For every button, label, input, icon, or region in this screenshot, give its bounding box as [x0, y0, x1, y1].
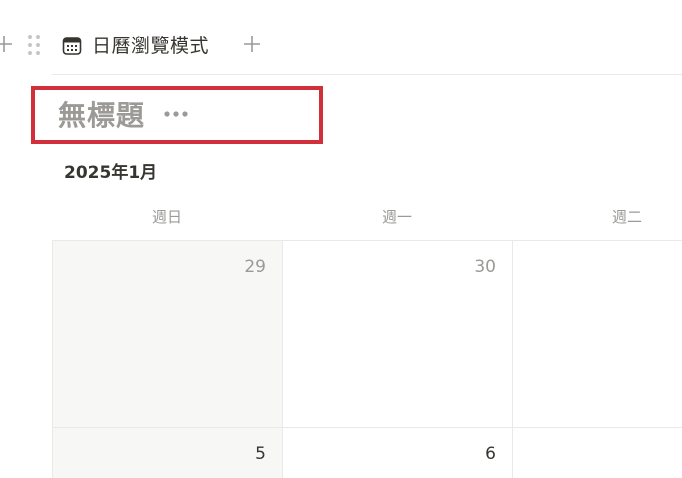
day-cell[interactable] [513, 428, 682, 478]
tab-calendar-view-label: 日曆瀏覽模式 [92, 35, 210, 57]
grid-line [512, 240, 513, 478]
page-title[interactable]: 無標題 [58, 94, 145, 134]
weekday-sunday: 週日 [151, 208, 182, 226]
day-cell[interactable]: 29 [53, 241, 282, 427]
calendar-page: 日曆瀏覽模式 無標題 2025年1月 週日 週一 週二 29 30 5 6 [0, 0, 682, 478]
day-number: 29 [244, 257, 266, 277]
day-cell[interactable]: 6 [283, 428, 512, 478]
calendar-icon [62, 37, 82, 55]
day-number: 6 [485, 444, 496, 464]
day-number: 30 [474, 257, 496, 277]
grid-line [52, 240, 53, 478]
tab-calendar-view[interactable]: 日曆瀏覽模式 [62, 30, 209, 62]
grid-line [282, 240, 283, 478]
day-cell[interactable]: 30 [283, 241, 512, 427]
month-label: 2025年1月 [64, 163, 158, 183]
more-options-icon[interactable] [163, 109, 189, 119]
day-number: 5 [255, 444, 266, 464]
drag-handle-icon[interactable] [26, 34, 42, 56]
weekday-monday: 週一 [381, 208, 412, 226]
grid-line [52, 427, 682, 428]
grid-line [52, 240, 682, 241]
calendar-grid: 29 30 5 6 [52, 240, 682, 478]
toolbar-divider [52, 74, 682, 75]
plus-icon[interactable] [0, 34, 14, 54]
add-view-icon[interactable] [242, 34, 262, 54]
view-toolbar: 日曆瀏覽模式 [0, 26, 682, 66]
title-row: 無標題 [58, 92, 189, 136]
day-cell[interactable]: 5 [53, 428, 282, 478]
day-cell[interactable] [513, 241, 682, 427]
weekday-tuesday: 週二 [611, 208, 642, 226]
